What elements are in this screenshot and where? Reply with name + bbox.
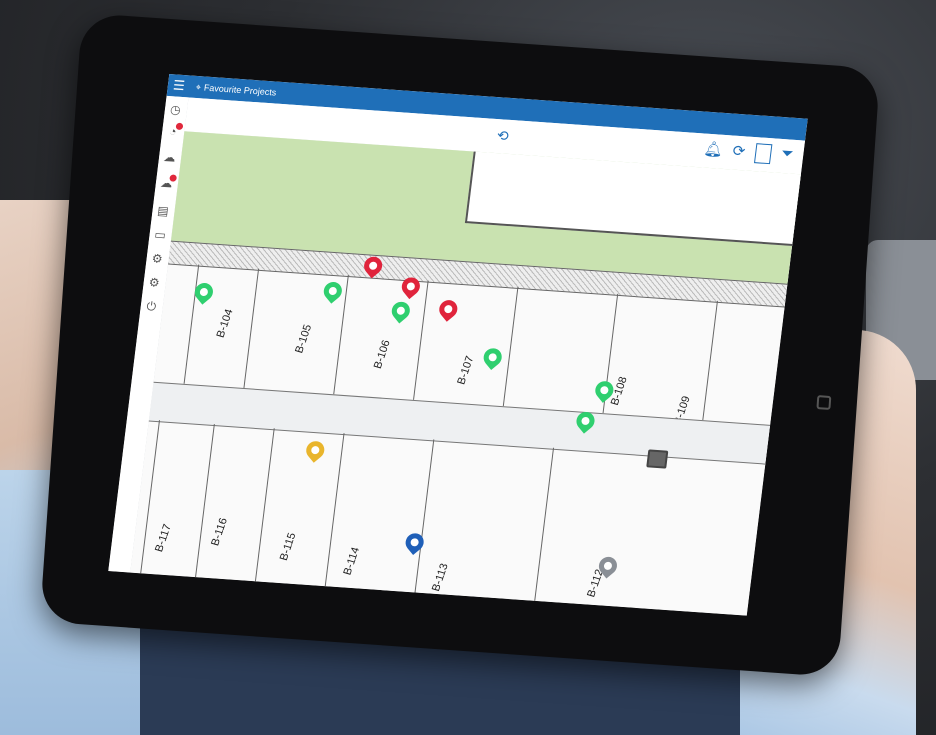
pin-icon: ⌖ bbox=[195, 81, 202, 92]
menu-icon[interactable]: ☰ bbox=[167, 74, 192, 97]
sync-icon[interactable]: ⟲ bbox=[494, 127, 512, 144]
gear-icon[interactable]: ⚙ bbox=[149, 251, 166, 267]
user-badge-icon[interactable] bbox=[753, 143, 773, 165]
clock-icon[interactable]: ◷ bbox=[167, 102, 184, 118]
room bbox=[702, 300, 808, 427]
folder-icon[interactable]: ▭ bbox=[152, 227, 169, 243]
alert-badge bbox=[169, 174, 178, 182]
power-icon[interactable]: ⏻ bbox=[143, 299, 160, 315]
alert-badge bbox=[175, 122, 184, 131]
room bbox=[413, 280, 519, 407]
tablet: ☰ ⌖ Favourite Projects ◷ ◔ ☁ ☁ ▤ ▭ ⚙ ⚙ ⏻… bbox=[39, 12, 881, 678]
home-button[interactable] bbox=[816, 395, 832, 410]
floor-plan[interactable]: B-104 B-105 B-106 B-107 B-108 B-109 B-11… bbox=[130, 131, 808, 616]
refresh-icon[interactable]: ⟳ bbox=[731, 142, 747, 163]
room bbox=[533, 447, 684, 616]
favourite-projects-link[interactable]: ⌖ Favourite Projects bbox=[195, 81, 277, 98]
settings-icon[interactable]: ⚙ bbox=[146, 275, 163, 291]
header-title: Favourite Projects bbox=[203, 82, 277, 98]
bell-icon[interactable]: 🔔︎ bbox=[702, 140, 724, 161]
tablet-screen: ☰ ⌖ Favourite Projects ◷ ◔ ☁ ☁ ▤ ▭ ⚙ ⚙ ⏻… bbox=[108, 74, 808, 616]
issue-marker[interactable] bbox=[646, 449, 669, 469]
document-icon[interactable]: ▤ bbox=[155, 203, 172, 219]
cloud-icon[interactable]: ☁ bbox=[161, 150, 178, 166]
filter-icon[interactable]: ⏷ bbox=[780, 145, 794, 166]
